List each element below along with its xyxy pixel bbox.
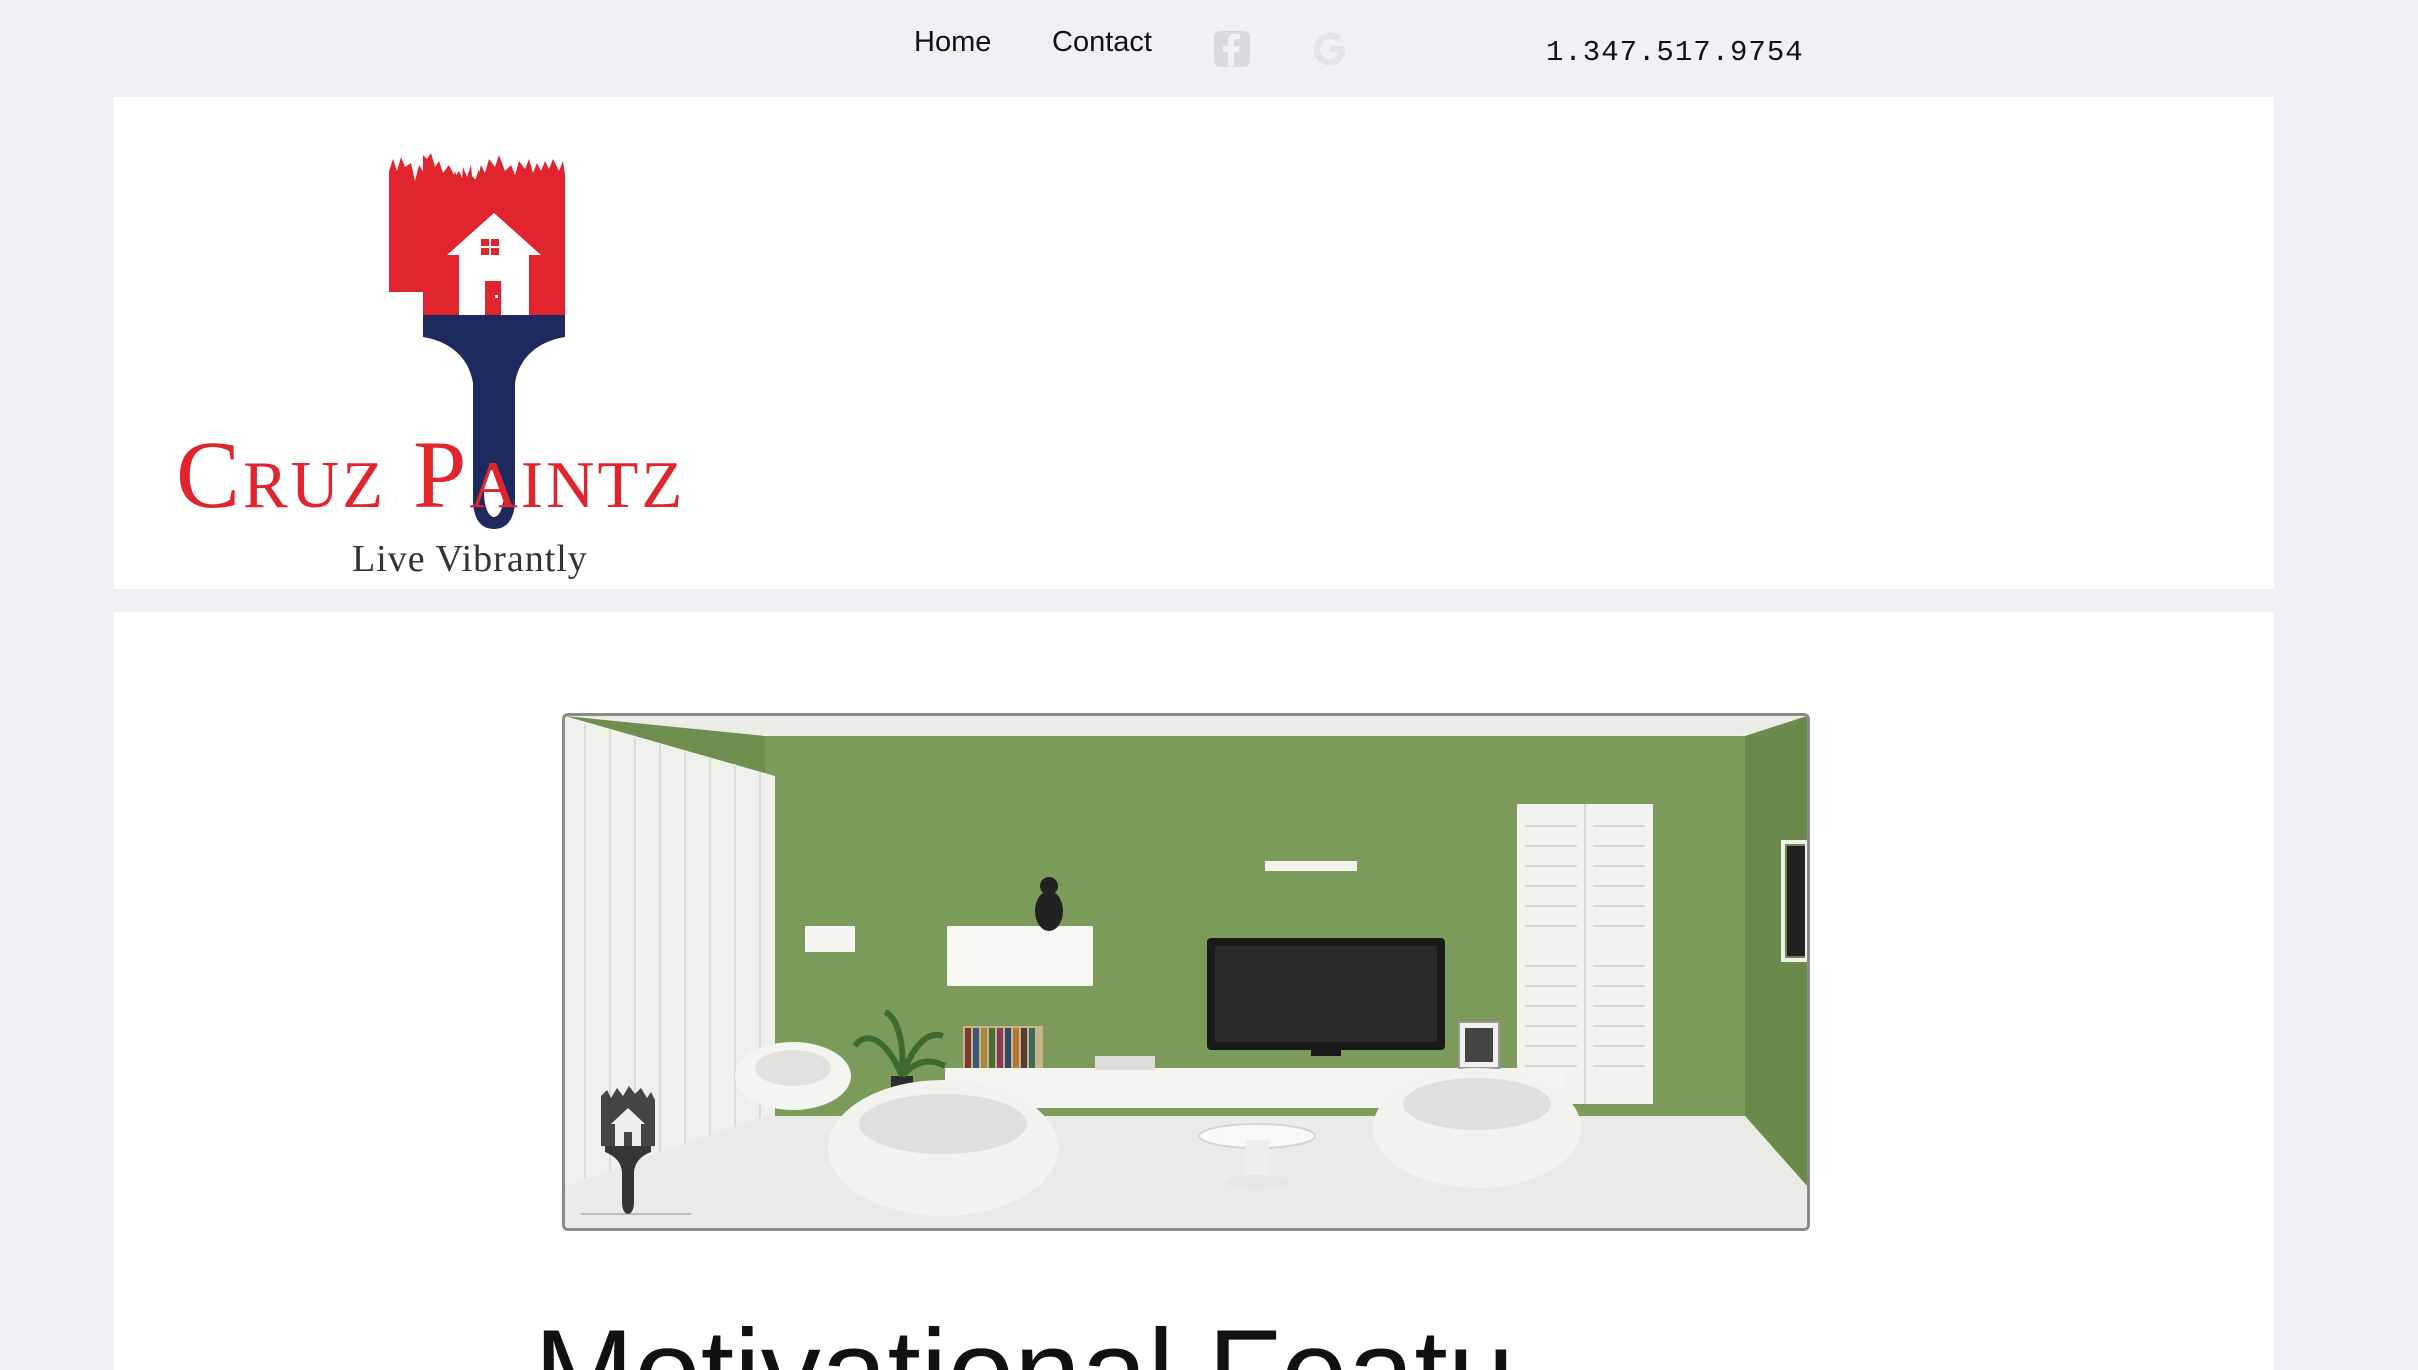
nav-home-link[interactable]: Home xyxy=(914,26,991,59)
hero-image xyxy=(562,713,1810,1231)
header-card: Cruz Paintz Live Vibrantly xyxy=(114,97,2274,589)
main-content-card: Motivational Featu xyxy=(114,612,2274,1370)
phone-number[interactable]: 1.347.517.9754 xyxy=(1546,36,1804,69)
facebook-icon[interactable] xyxy=(1213,30,1251,68)
top-navigation: Home Contact 1.347.517.9754 xyxy=(0,0,2418,96)
section-heading: Motivational Featu xyxy=(534,1312,1515,1370)
logo-name: Cruz Paintz xyxy=(176,421,686,528)
nav-contact-link[interactable]: Contact xyxy=(1052,26,1152,59)
logo-tagline: Live Vibrantly xyxy=(352,538,588,580)
google-icon[interactable] xyxy=(1311,30,1349,68)
